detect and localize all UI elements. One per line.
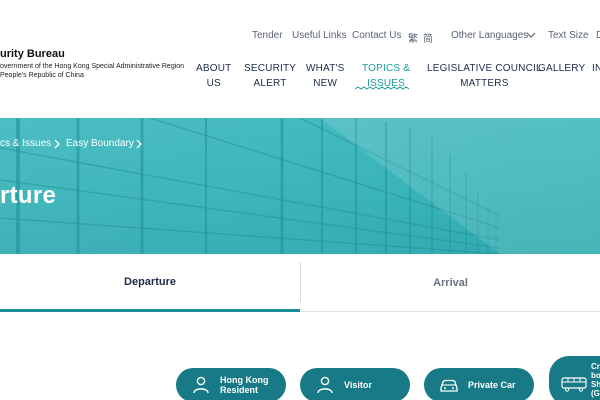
- nav-legco-line2: MATTERS: [460, 78, 509, 89]
- direction-tabs: Departure Arrival: [0, 254, 600, 312]
- visitor-label: Visitor: [344, 380, 372, 390]
- simplified-chinese-link[interactable]: 简: [423, 30, 433, 45]
- tab-arrival[interactable]: Arrival: [301, 254, 600, 312]
- cross-boundary-shuttle-label: Cr bo Sh (G: [591, 362, 600, 398]
- bus-icon: [561, 377, 587, 392]
- bureau-title[interactable]: urity Bureau: [0, 48, 65, 60]
- nav-whats-new-line2: NEW: [313, 78, 338, 89]
- text-size-control[interactable]: Text Size: [548, 30, 589, 41]
- tender-link[interactable]: Tender: [252, 30, 283, 41]
- page-title: rture: [0, 182, 57, 209]
- nav-security-alert-line1: SECURITY: [244, 63, 297, 74]
- nav-topics-issues-line1: TOPICS &: [362, 63, 411, 74]
- nav-about-us-line2: US: [206, 78, 221, 89]
- person-icon: [193, 376, 209, 394]
- nav-legislative-council-matters[interactable]: LEGISLATIVE COUNCIL MATTERS: [427, 61, 542, 91]
- nav-security-alert-line2: ALERT: [253, 78, 287, 89]
- nav-whats-new[interactable]: WHAT'S NEW: [306, 61, 344, 91]
- nav-cut-off[interactable]: IN: [592, 61, 600, 76]
- nav-security-alert[interactable]: SECURITY ALERT: [244, 61, 296, 91]
- contact-us-link[interactable]: Contact Us: [352, 30, 401, 41]
- other-languages-dropdown[interactable]: Other Languages: [451, 30, 528, 41]
- chevron-right-icon: [54, 139, 60, 149]
- cross-boundary-line3: Sh: [591, 380, 600, 389]
- nav-about-us[interactable]: ABOUT US: [196, 61, 231, 91]
- hong-kong-resident-line2: Resident: [220, 385, 259, 395]
- breadcrumb-topics-issues[interactable]: cs & Issues: [0, 138, 51, 149]
- nav-gallery[interactable]: GALLERY: [538, 61, 585, 76]
- utility-cut-off-link[interactable]: D: [596, 30, 600, 41]
- hong-kong-resident-button[interactable]: Hong Kong Resident: [176, 368, 286, 400]
- active-nav-indicator: [355, 86, 410, 90]
- cross-boundary-line4: (G: [591, 389, 600, 398]
- cross-boundary-line1: Cr: [591, 362, 600, 371]
- bureau-subtitle-line1: overnment of the Hong Kong Special Admin…: [0, 63, 185, 70]
- cross-boundary-line2: bo: [591, 371, 600, 380]
- car-icon: [440, 379, 458, 392]
- traditional-chinese-link[interactable]: 繁: [408, 30, 418, 45]
- private-car-label: Private Car: [468, 380, 516, 390]
- nav-legco-line1: LEGISLATIVE COUNCIL: [427, 63, 542, 74]
- breadcrumb-easy-boundary[interactable]: Easy Boundary: [66, 138, 134, 149]
- chevron-right-icon: [136, 139, 142, 149]
- useful-links-link[interactable]: Useful Links: [292, 30, 346, 41]
- nav-about-us-line1: ABOUT: [196, 63, 232, 74]
- nav-gallery-line1: GALLERY: [538, 63, 586, 74]
- hong-kong-resident-label: Hong Kong Resident: [220, 375, 269, 395]
- hong-kong-resident-line1: Hong Kong: [220, 375, 269, 385]
- bureau-subtitle-line2: People's Republic of China: [0, 72, 84, 79]
- bureau-subtitle: overnment of the Hong Kong Special Admin…: [0, 62, 184, 80]
- tab-departure[interactable]: Departure: [0, 254, 300, 312]
- private-car-button[interactable]: Private Car: [424, 368, 534, 400]
- nav-whats-new-line1: WHAT'S: [306, 63, 345, 74]
- person-icon: [317, 376, 333, 394]
- visitor-button[interactable]: Visitor: [300, 368, 410, 400]
- cross-boundary-shuttle-button[interactable]: Cr bo Sh (G: [549, 356, 600, 400]
- chevron-down-icon[interactable]: [525, 29, 537, 41]
- site-header: urity Bureau overnment of the Hong Kong …: [0, 0, 600, 118]
- nav-cut-off-line2: IN: [592, 63, 600, 74]
